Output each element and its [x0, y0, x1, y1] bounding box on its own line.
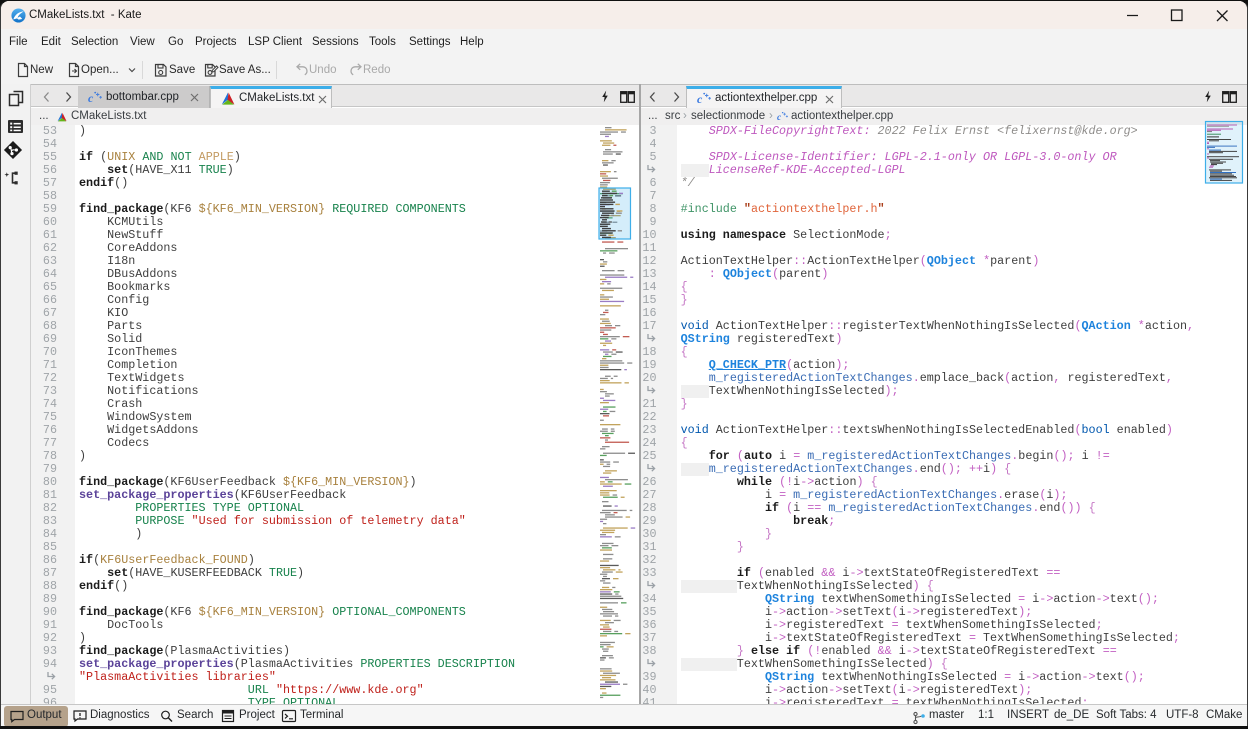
svg-text:c: c — [777, 113, 782, 122]
svg-text:c: c — [697, 92, 703, 105]
svg-text:c: c — [88, 91, 94, 104]
